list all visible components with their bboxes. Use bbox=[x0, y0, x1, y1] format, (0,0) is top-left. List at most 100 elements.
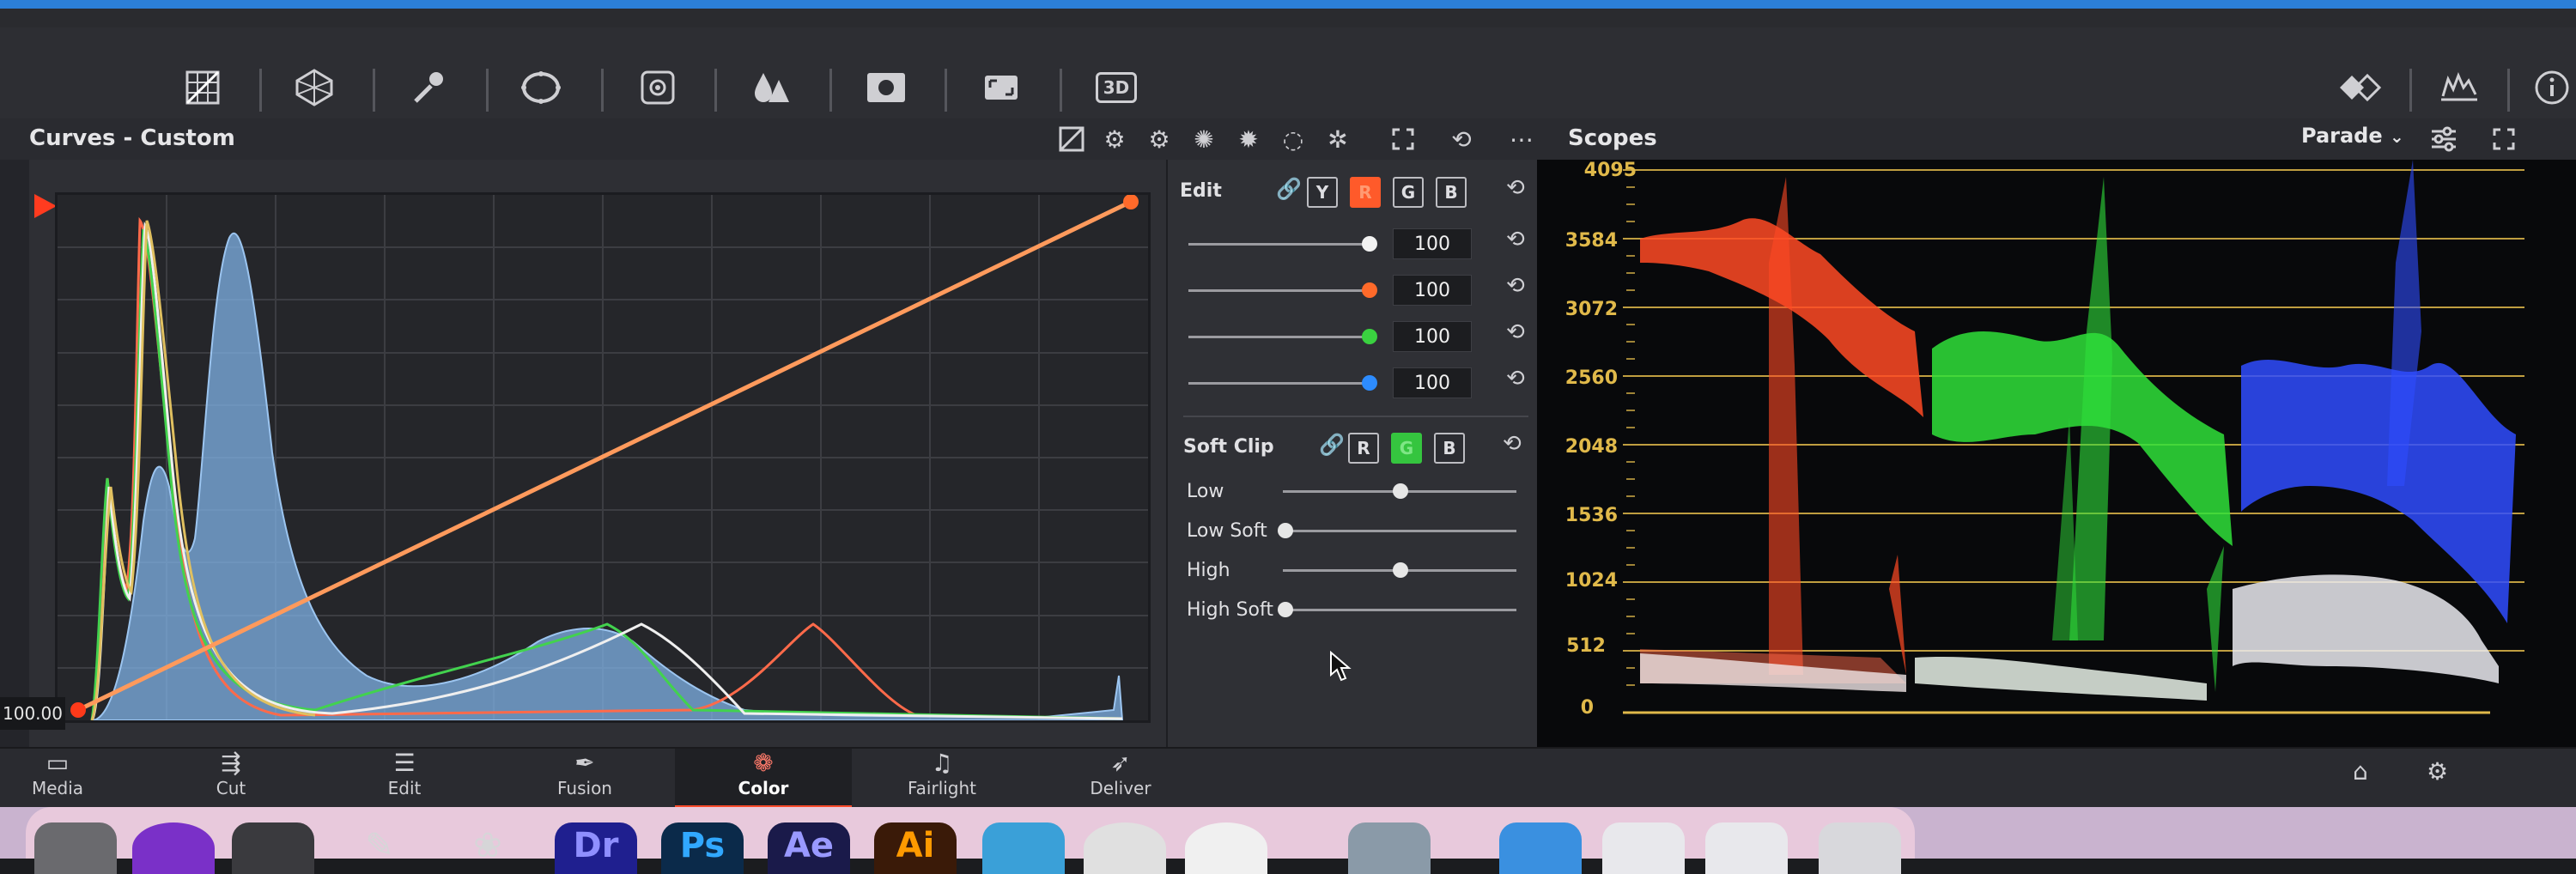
scope-mode-value: Parade bbox=[2301, 124, 2383, 148]
window-icon[interactable] bbox=[517, 64, 565, 112]
dock-app-terminal-icon[interactable] bbox=[232, 822, 314, 874]
dock-app-browser-icon[interactable] bbox=[132, 822, 215, 874]
curves-grid-icon[interactable] bbox=[179, 64, 227, 112]
hue-vs-sat-icon[interactable]: ⚙ bbox=[1142, 122, 1176, 156]
scope-y-tick-3584: 3584 bbox=[1564, 230, 1618, 252]
scope-y-tick-2048: 2048 bbox=[1564, 436, 1618, 458]
dock-app-photoshop-icon[interactable]: Ps bbox=[661, 822, 744, 874]
scope-settings-icon[interactable] bbox=[2427, 122, 2461, 156]
expand-icon[interactable] bbox=[1386, 122, 1420, 156]
scopes-icon[interactable] bbox=[2435, 64, 2483, 112]
y-reset-icon[interactable]: ⟲ bbox=[1506, 227, 1525, 252]
link-icon[interactable]: 🔗 bbox=[1276, 177, 1302, 201]
g-intensity-track[interactable] bbox=[1188, 336, 1369, 338]
settings-gear-icon[interactable]: ⚙ bbox=[2427, 757, 2448, 786]
nav-cut[interactable]: ⇶ Cut bbox=[167, 749, 295, 805]
curve-control-point-end[interactable] bbox=[1123, 194, 1139, 209]
g-intensity-knob[interactable] bbox=[1362, 329, 1377, 344]
b-intensity-value[interactable]: 100 bbox=[1393, 367, 1472, 398]
3d-icon[interactable]: 3D bbox=[1092, 64, 1140, 112]
curve-graph[interactable] bbox=[55, 192, 1151, 723]
channel-button-g[interactable]: G bbox=[1393, 177, 1424, 208]
sat-vs-sat-icon[interactable]: ◌ bbox=[1276, 122, 1310, 156]
b-intensity-knob[interactable] bbox=[1362, 375, 1377, 391]
color-warper-icon[interactable] bbox=[290, 64, 338, 112]
dock-trash-icon[interactable] bbox=[1819, 822, 1901, 874]
nav-deliver[interactable]: ➶ Deliver bbox=[1056, 749, 1185, 805]
r-intensity-value[interactable]: 100 bbox=[1393, 275, 1472, 306]
dock-app-illustrator-icon[interactable]: Ai bbox=[874, 822, 957, 874]
soft-clip-high-soft-track[interactable] bbox=[1283, 609, 1516, 611]
tracker-icon[interactable] bbox=[634, 64, 682, 112]
hue-vs-lum-icon[interactable]: ✺ bbox=[1187, 122, 1221, 156]
soft-clip-high-label: High bbox=[1187, 560, 1230, 581]
hue-vs-hue-icon[interactable]: ⚙ bbox=[1097, 122, 1132, 156]
dock-app-davinci-resolve-icon[interactable] bbox=[1084, 822, 1166, 874]
sizing-icon[interactable] bbox=[977, 64, 1025, 112]
dock-app-dimension-icon[interactable]: Dr bbox=[555, 822, 637, 874]
dock-app-finder-icon[interactable] bbox=[34, 822, 117, 874]
curve-control-point-start[interactable] bbox=[70, 702, 86, 718]
nav-fusion[interactable]: ✒ Fusion bbox=[520, 749, 649, 805]
g-reset-icon[interactable]: ⟲ bbox=[1506, 319, 1525, 345]
channel-button-y[interactable]: Y bbox=[1307, 177, 1338, 208]
split-screen-icon[interactable] bbox=[2336, 64, 2384, 112]
lum-vs-sat-icon[interactable]: ✹ bbox=[1231, 122, 1266, 156]
r-intensity-knob[interactable] bbox=[1362, 282, 1377, 298]
channel-button-r[interactable]: R bbox=[1350, 177, 1381, 208]
qualifier-eyedropper-icon[interactable] bbox=[404, 64, 452, 112]
b-reset-icon[interactable]: ⟲ bbox=[1506, 366, 1525, 391]
edit-reset-icon[interactable]: ⟲ bbox=[1506, 175, 1525, 201]
nav-fairlight[interactable]: ♫ Fairlight bbox=[878, 749, 1006, 805]
soft-clip-link-icon[interactable]: 🔗 bbox=[1319, 433, 1345, 457]
nav-media[interactable]: ▭ Media bbox=[0, 749, 122, 805]
dock-app-plant-icon[interactable]: ❀ bbox=[447, 822, 529, 874]
soft-clip-high-soft-label: High Soft bbox=[1187, 599, 1273, 621]
soft-clip-low-soft-label: Low Soft bbox=[1187, 520, 1267, 542]
y-intensity-knob[interactable] bbox=[1362, 236, 1377, 252]
y-intensity-value[interactable]: 100 bbox=[1393, 228, 1472, 259]
dock-app-c4d-icon[interactable] bbox=[1185, 822, 1267, 874]
scope-mode-select[interactable]: Parade ⌄ bbox=[2301, 124, 2404, 148]
dock-app-after-effects-icon[interactable]: Ae bbox=[768, 822, 850, 874]
reset-curves-icon[interactable]: ⟲ bbox=[1444, 122, 1479, 156]
soft-clip-label: Soft Clip bbox=[1183, 436, 1274, 458]
soft-clip-low-soft-knob[interactable] bbox=[1278, 523, 1293, 538]
dock-app-system-icon[interactable] bbox=[1348, 822, 1431, 874]
fusion-icon: ✒ bbox=[574, 749, 595, 777]
soft-clip-low-soft-track[interactable] bbox=[1283, 530, 1516, 532]
info-icon[interactable] bbox=[2528, 64, 2576, 112]
soft-clip-low-knob[interactable] bbox=[1393, 483, 1408, 499]
home-icon[interactable]: ⌂ bbox=[2353, 757, 2368, 786]
soft-clip-button-b[interactable]: B bbox=[1434, 433, 1465, 464]
y-intensity-track[interactable] bbox=[1188, 243, 1369, 246]
blur-icon[interactable] bbox=[747, 64, 795, 112]
more-options-icon[interactable]: ⋯ bbox=[1504, 122, 1539, 156]
soft-clip-reset-icon[interactable]: ⟲ bbox=[1503, 431, 1522, 457]
g-intensity-value[interactable]: 100 bbox=[1393, 321, 1472, 352]
dock-document-2-icon[interactable] bbox=[1705, 822, 1788, 874]
scope-expand-icon[interactable] bbox=[2487, 122, 2521, 156]
green-waveform bbox=[1915, 177, 2233, 701]
r-intensity-track[interactable] bbox=[1188, 289, 1369, 292]
soft-clip-button-r[interactable]: R bbox=[1348, 433, 1379, 464]
nav-edit[interactable]: ☰ Edit bbox=[340, 749, 469, 805]
curve-mode-icon[interactable] bbox=[1054, 122, 1089, 156]
b-intensity-track[interactable] bbox=[1188, 382, 1369, 385]
dock-app-maps-icon[interactable] bbox=[982, 822, 1065, 874]
r-reset-icon[interactable]: ⟲ bbox=[1506, 273, 1525, 299]
soft-clip-high-soft-knob[interactable] bbox=[1278, 602, 1293, 617]
curve-value-readout[interactable]: 100.00 bbox=[0, 697, 65, 730]
range-marker-icon[interactable] bbox=[34, 194, 57, 218]
nav-color[interactable]: ❁ Color bbox=[699, 749, 828, 805]
scope-y-tick-0: 0 bbox=[1580, 697, 1594, 719]
dock-folder-icon[interactable] bbox=[1499, 822, 1582, 874]
dock-document-1-icon[interactable] bbox=[1602, 822, 1685, 874]
channel-button-b[interactable]: B bbox=[1436, 177, 1467, 208]
soft-clip-button-g[interactable]: G bbox=[1391, 433, 1422, 464]
dock-app-pencil-icon[interactable]: ✎ bbox=[338, 822, 421, 874]
key-icon[interactable] bbox=[862, 64, 910, 112]
sat-vs-lum-icon[interactable]: ✲ bbox=[1321, 122, 1355, 156]
soft-clip-high-knob[interactable] bbox=[1393, 562, 1408, 578]
curve-graph-svg[interactable] bbox=[58, 194, 1148, 721]
